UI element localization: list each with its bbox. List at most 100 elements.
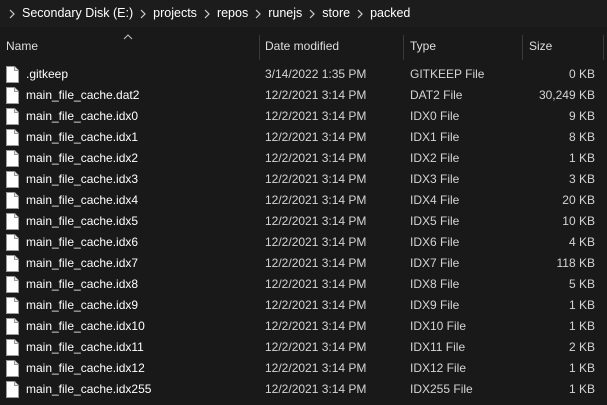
file-name[interactable]: main_file_cache.idx12 (26, 358, 145, 379)
file-size: 2 KB (568, 340, 595, 354)
file-type: IDX6 File (410, 235, 460, 249)
file-name[interactable]: main_file_cache.idx10 (26, 316, 145, 337)
file-icon (6, 213, 19, 230)
file-row[interactable]: main_file_cache.idx11 12/2/2021 3:14 PM ID… (0, 337, 607, 358)
breadcrumb-item[interactable]: Secondary Disk (E:) (18, 0, 137, 27)
file-name[interactable]: main_file_cache.idx2 (26, 148, 138, 169)
file-name[interactable]: main_file_cache.idx3 (26, 169, 138, 190)
column-divider[interactable] (259, 35, 260, 60)
file-row[interactable]: main_file_cache.idx8 12/2/2021 3:14 PM IDX… (0, 274, 607, 295)
file-size: 1 KB (568, 361, 595, 375)
file-name[interactable]: main_file_cache.idx9 (26, 295, 138, 316)
file-name[interactable]: main_file_cache.idx7 (26, 253, 138, 274)
file-date-modified: 12/2/2021 3:14 PM (265, 214, 367, 228)
file-row[interactable]: main_file_cache.idx6 12/2/2021 3:14 PM IDX… (0, 232, 607, 253)
file-name[interactable]: .gitkeep (26, 64, 68, 85)
column-header-row: Name Date modified Type Size (0, 33, 607, 60)
file-row[interactable]: main_file_cache.idx1 12/2/2021 3:14 PM IDX… (0, 127, 607, 148)
file-size: 9 KB (568, 109, 595, 123)
file-row[interactable]: main_file_cache.idx10 12/2/2021 3:14 PM ID… (0, 316, 607, 337)
file-type: IDX10 File (410, 319, 467, 333)
column-divider[interactable] (522, 35, 523, 60)
file-date-modified: 12/2/2021 3:14 PM (265, 361, 367, 375)
file-type: IDX8 File (410, 277, 460, 291)
file-name[interactable]: main_file_cache.idx11 (26, 337, 144, 358)
file-type: IDX5 File (410, 214, 460, 228)
file-type: IDX11 File (410, 340, 466, 354)
file-icon (6, 339, 19, 356)
breadcrumb-item[interactable]: projects (149, 0, 201, 27)
file-size: 1 KB (568, 382, 595, 396)
file-row[interactable]: .gitkeep 3/14/2022 1:35 PM GITKEEP File 0 K… (0, 64, 607, 85)
chevron-right-icon[interactable] (201, 0, 213, 27)
file-icon (6, 171, 19, 188)
file-row[interactable]: main_file_cache.idx0 12/2/2021 3:14 PM IDX… (0, 106, 607, 127)
file-type: IDX2 File (410, 151, 460, 165)
file-size: 1 KB (568, 319, 595, 333)
file-type: IDX255 File (410, 382, 473, 396)
file-icon (6, 87, 19, 104)
file-name[interactable]: main_file_cache.idx4 (26, 190, 138, 211)
file-row[interactable]: main_file_cache.idx9 12/2/2021 3:14 PM IDX… (0, 295, 607, 316)
file-size: 3 KB (568, 172, 595, 186)
column-header-date[interactable]: Date modified (265, 33, 339, 60)
file-date-modified: 12/2/2021 3:14 PM (265, 382, 367, 396)
column-header-name[interactable]: Name (6, 33, 38, 60)
file-name[interactable]: main_file_cache.dat2 (26, 85, 139, 106)
file-date-modified: 12/2/2021 3:14 PM (265, 172, 367, 186)
file-row[interactable]: main_file_cache.idx3 12/2/2021 3:14 PM IDX… (0, 169, 607, 190)
file-size: 5 KB (568, 277, 595, 291)
file-size: 4 KB (568, 235, 595, 249)
file-row[interactable]: main_file_cache.idx4 12/2/2021 3:14 PM IDX… (0, 190, 607, 211)
file-type: IDX4 File (410, 193, 460, 207)
column-header-type[interactable]: Type (410, 33, 436, 60)
file-row[interactable]: main_file_cache.idx2 12/2/2021 3:14 PM IDX… (0, 148, 607, 169)
file-type: DAT2 File (410, 88, 463, 102)
column-divider[interactable] (403, 35, 404, 60)
column-divider[interactable] (603, 35, 604, 60)
file-row[interactable]: main_file_cache.idx12 12/2/2021 3:14 PM ID… (0, 358, 607, 379)
file-icon (6, 150, 19, 167)
chevron-right-icon[interactable] (354, 0, 366, 27)
breadcrumb-item[interactable]: runejs (264, 0, 306, 27)
file-type: IDX12 File (410, 361, 467, 375)
file-name[interactable]: main_file_cache.idx0 (26, 106, 138, 127)
breadcrumb-item[interactable]: packed (366, 0, 414, 27)
file-icon (6, 255, 19, 272)
file-date-modified: 3/14/2022 1:35 PM (265, 67, 367, 81)
chevron-right-icon[interactable] (252, 0, 264, 27)
breadcrumb-item[interactable]: repos (213, 0, 252, 27)
file-size: 10 KB (562, 214, 595, 228)
file-icon (6, 108, 19, 125)
file-name[interactable]: main_file_cache.idx255 (26, 379, 151, 400)
file-size: 20 KB (562, 193, 595, 207)
chevron-right-icon[interactable] (137, 0, 149, 27)
file-name[interactable]: main_file_cache.idx5 (26, 211, 138, 232)
file-name[interactable]: main_file_cache.idx1 (26, 127, 138, 148)
file-size: 1 KB (568, 151, 595, 165)
file-date-modified: 12/2/2021 3:14 PM (265, 235, 367, 249)
file-type: IDX0 File (410, 109, 460, 123)
file-icon (6, 66, 19, 83)
file-size: 8 KB (568, 130, 595, 144)
file-date-modified: 12/2/2021 3:14 PM (265, 298, 367, 312)
column-header-size[interactable]: Size (529, 33, 552, 60)
file-name[interactable]: main_file_cache.idx6 (26, 232, 138, 253)
file-type: IDX9 File (410, 298, 460, 312)
file-date-modified: 12/2/2021 3:14 PM (265, 88, 367, 102)
file-icon (6, 297, 19, 314)
file-icon (6, 234, 19, 251)
file-icon (6, 360, 19, 377)
file-icon (6, 276, 19, 293)
file-date-modified: 12/2/2021 3:14 PM (265, 277, 367, 291)
file-size: 1 KB (568, 298, 595, 312)
file-row[interactable]: main_file_cache.dat2 12/2/2021 3:14 PM DAT… (0, 85, 607, 106)
file-icon (6, 381, 19, 398)
file-row[interactable]: main_file_cache.idx5 12/2/2021 3:14 PM IDX… (0, 211, 607, 232)
breadcrumb-item[interactable]: store (318, 0, 354, 27)
file-name[interactable]: main_file_cache.idx8 (26, 274, 138, 295)
chevron-right-icon[interactable] (306, 0, 318, 27)
file-row[interactable]: main_file_cache.idx7 12/2/2021 3:14 PM IDX… (0, 253, 607, 274)
file-row[interactable]: main_file_cache.idx255 12/2/2021 3:14 PM I… (0, 379, 607, 400)
chevron-right-icon[interactable] (6, 0, 18, 27)
